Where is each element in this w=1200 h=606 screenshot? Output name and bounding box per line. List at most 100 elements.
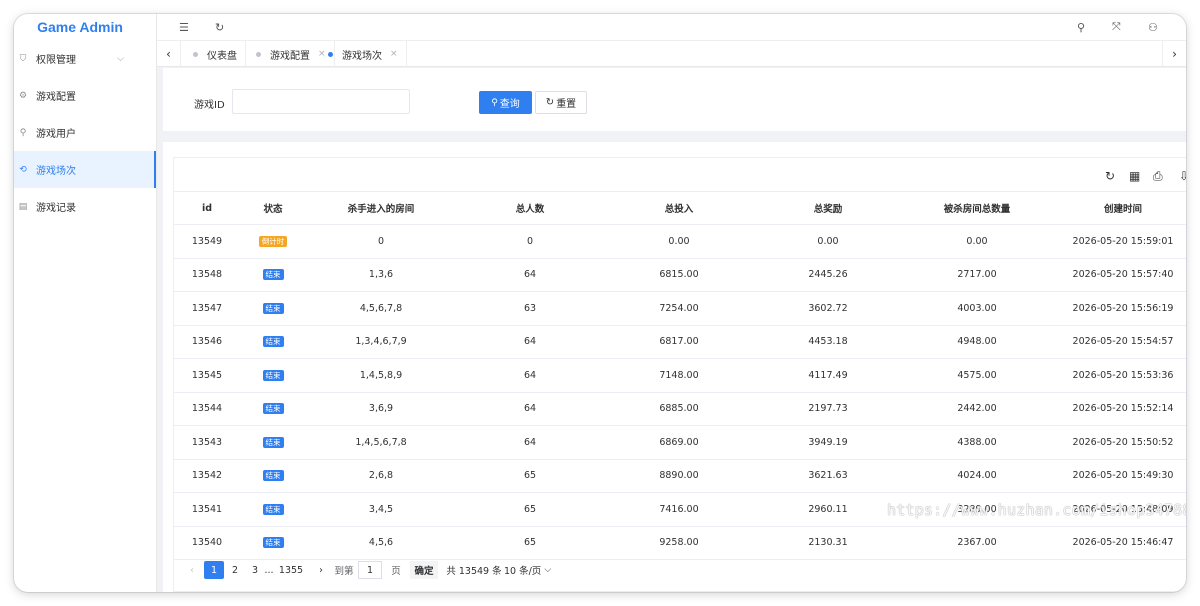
table-cell-rooms: 4,5,6,7,8 (306, 291, 456, 326)
sidebar-item-label: 游戏用户 (36, 129, 76, 140)
table-cell-id: 13547 (174, 291, 240, 326)
sidebar-item-0[interactable]: ⛉ 权限管理 ⌵ (14, 40, 156, 77)
page-3-button[interactable]: 3 (245, 561, 265, 579)
table-cell-status: 结束 (240, 358, 306, 393)
last-page-button[interactable]: 1355 (278, 561, 304, 579)
prev-page-icon[interactable]: ‹ (186, 561, 198, 579)
print-icon[interactable]: ⎙ (1153, 169, 1163, 184)
fullscreen-icon[interactable]: ⤧ (1112, 14, 1121, 40)
user-icon[interactable]: ⚇ (1148, 14, 1158, 40)
table-cell-reward: 4117.49 (754, 358, 902, 393)
reset-button[interactable]: ↻ 重置 (535, 91, 587, 114)
page-size-select[interactable]: 10 条/页 ⌵ (504, 561, 551, 579)
sidebar-item-label: 游戏配置 (36, 92, 76, 103)
tab-status-dot (328, 51, 333, 57)
query-button[interactable]: ⚲ 查询 (479, 91, 532, 114)
status-badge: 结束 (262, 369, 284, 381)
tab-scroll-right-icon[interactable]: › (1162, 41, 1186, 67)
table-cell-invest: 6817.00 (604, 325, 754, 359)
column-header[interactable]: 总人数 (456, 191, 604, 225)
table-cell-reward: 2197.73 (754, 392, 902, 426)
column-header[interactable]: 杀手进入的房间 (306, 191, 456, 225)
page-ellipsis[interactable]: ... (263, 561, 275, 579)
table-cell-status: 结束 (240, 325, 306, 359)
column-header[interactable]: 状态 (240, 191, 306, 225)
table-row[interactable]: 13548 结束 1,3,6 64 6815.00 2445.26 2717.00 2026-… (174, 258, 1186, 292)
page-2-button[interactable]: 2 (225, 561, 245, 579)
table-cell-status: 结束 (240, 258, 306, 292)
table-cell-players: 65 (456, 492, 604, 527)
total-count: 共 13549 条 (446, 566, 502, 577)
table-cell-rooms: 3,6,9 (306, 392, 456, 426)
table-cell-reward: 4453.18 (754, 325, 902, 359)
table-cell-invest: 7148.00 (604, 358, 754, 393)
column-settings-icon[interactable]: ▦ (1129, 169, 1140, 183)
table-panel: ↻ ▦ ⎙ ⇩ id 状态 杀手进入的房间 总人数 总投入 总奖励 被杀房间总数量 创建时间 … (163, 142, 1186, 592)
table-cell-players: 63 (456, 291, 604, 326)
table-cell-rooms: 3,4,5 (306, 492, 456, 527)
column-header[interactable]: 创建时间 (1052, 191, 1186, 225)
tab-label: 游戏配置 (270, 50, 310, 62)
table-row[interactable]: 13544 结束 3,6,9 64 6885.00 2197.73 2442.00 2026-… (174, 392, 1186, 426)
table-refresh-icon[interactable]: ↻ (1105, 169, 1115, 183)
page-1-button[interactable]: 1 (204, 561, 224, 579)
table-cell-created: 2026-05-20 15:56:19 (1052, 291, 1186, 326)
gear-icon: ⚙ (18, 90, 28, 101)
tab-2[interactable]: 游戏场次 × (320, 41, 407, 67)
game-id-input[interactable] (232, 89, 410, 114)
tab-0[interactable]: 仪表盘 (185, 41, 246, 67)
sidebar-item-3[interactable]: ⟲ 游戏场次 (14, 151, 156, 188)
table-cell-players: 64 (456, 258, 604, 292)
table-cell-invest: 7254.00 (604, 291, 754, 326)
table-row[interactable]: 13547 结束 4,5,6,7,8 63 7254.00 3602.72 4003.00 2… (174, 291, 1186, 326)
table-cell-invest: 6885.00 (604, 392, 754, 426)
goto-page-input[interactable]: 1 (358, 561, 382, 579)
sidebar-item-4[interactable]: ▤ 游戏记录 (14, 188, 156, 225)
sidebar-item-2[interactable]: ⚲ 游戏用户 (14, 114, 156, 151)
table-cell-id: 13541 (174, 492, 240, 527)
refresh-icon[interactable]: ↻ (215, 14, 224, 40)
table-cell-players: 65 (456, 459, 604, 493)
goto-confirm-button[interactable]: 确定 (410, 561, 438, 579)
column-header[interactable]: 被杀房间总数量 (902, 191, 1052, 225)
table-cell-id: 13545 (174, 358, 240, 393)
table-cell-rooms: 1,4,5,8,9 (306, 358, 456, 393)
column-header[interactable]: 总投入 (604, 191, 754, 225)
table-cell-id: 13546 (174, 325, 240, 359)
table-cell-created: 2026-05-20 15:46:47 (1052, 526, 1186, 560)
table-header-row: id 状态 杀手进入的房间 总人数 总投入 总奖励 被杀房间总数量 创建时间 (174, 191, 1186, 225)
refresh-icon: ⟲ (19, 164, 27, 175)
table-cell-invest: 6869.00 (604, 425, 754, 460)
search-icon[interactable]: ⚲ (1077, 14, 1085, 40)
chevron-down-icon: ⌵ (544, 565, 552, 575)
next-page-icon[interactable]: › (315, 561, 327, 579)
table-cell-status: 结束 (240, 492, 306, 527)
table-cell-killed: 4388.00 (902, 425, 1052, 460)
table-row[interactable]: 13546 结束 1,3,4,6,7,9 64 6817.00 4453.18 4948.0… (174, 325, 1186, 359)
table-cell-players: 64 (456, 425, 604, 460)
watermark-text: https://www.huzhan.com/ishop34788 (887, 501, 1186, 519)
table-cell-status: 结束 (240, 425, 306, 460)
column-header[interactable]: id (174, 191, 240, 225)
status-badge: 结束 (262, 403, 284, 415)
menu-collapse-icon[interactable]: ☰ (179, 14, 189, 40)
column-header[interactable]: 总奖励 (754, 191, 902, 225)
close-icon[interactable]: × (390, 49, 398, 59)
table-cell-rooms: 0 (306, 224, 456, 259)
table-cell-reward: 3621.63 (754, 459, 902, 493)
tab-scroll-left-icon[interactable]: ‹ (157, 41, 181, 67)
goto-label: 到第 (334, 566, 354, 577)
table-cell-players: 64 (456, 325, 604, 359)
table-row[interactable]: 13543 结束 1,4,5,6,7,8 64 6869.00 3949.19 4388.0… (174, 425, 1186, 460)
sidebar-item-label: 权限管理 (36, 55, 76, 66)
table-row[interactable]: 13545 结束 1,4,5,8,9 64 7148.00 4117.49 4575.00 2… (174, 358, 1186, 393)
table-row[interactable]: 13542 结束 2,6,8 65 8890.00 3621.63 4024.00 2026-… (174, 459, 1186, 493)
table-row[interactable]: 13549 倒计时 0 0 0.00 0.00 0.00 2026-05-20 15:59:0… (174, 224, 1186, 259)
sidebar-item-1[interactable]: ⚙ 游戏配置 (14, 77, 156, 114)
tabs-bar: ‹ 仪表盘 游戏配置 × 游戏场次 × › (157, 40, 1186, 67)
table-row[interactable]: 13540 结束 4,5,6 65 9258.00 2130.31 2367.00 2026-… (174, 526, 1186, 560)
export-icon[interactable]: ⇩ (1179, 169, 1186, 183)
table-cell-killed: 4948.00 (902, 325, 1052, 359)
table-cell-created: 2026-05-20 15:57:40 (1052, 258, 1186, 292)
reset-button-label: 重置 (556, 99, 577, 110)
